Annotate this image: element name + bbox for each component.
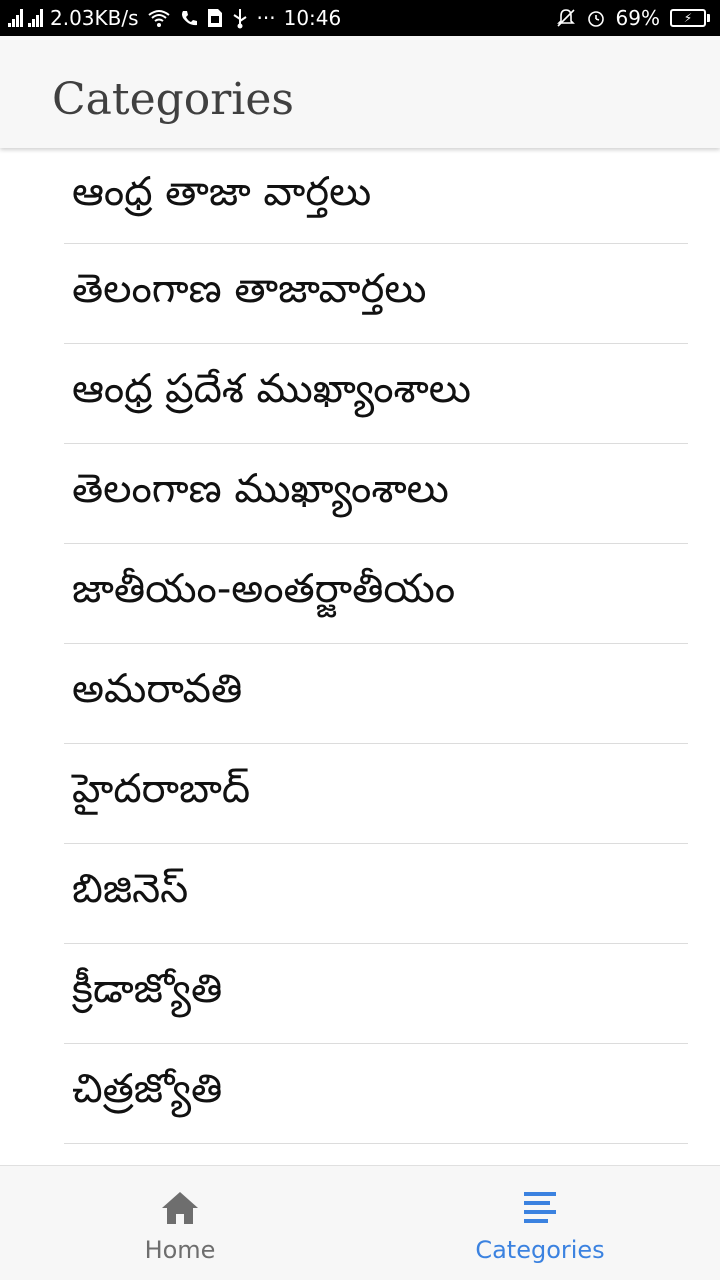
wifi-icon xyxy=(147,8,171,28)
category-label: ఆంధ్ర తాజా వార్తలు xyxy=(72,168,372,215)
category-label: అమరావతి xyxy=(72,665,243,712)
category-list: ఆంధ్ర తాజా వార్తలు తెలంగాణ తాజావార్తలు ఆంధ… xyxy=(64,150,688,1144)
home-icon xyxy=(162,1192,198,1224)
tab-home[interactable]: Home xyxy=(0,1166,360,1280)
category-item[interactable]: తెలంగాణ తాజావార్తలు xyxy=(64,244,688,344)
status-bar: 2.03KB/s ··· 10:46 69% ⚡ xyxy=(0,0,720,36)
battery-icon: ⚡ xyxy=(670,9,710,27)
signal-icon xyxy=(28,9,44,27)
category-label: తెలంగాణ తాజావార్తలు xyxy=(72,265,427,312)
phone-icon xyxy=(179,8,199,28)
category-label: జాతీయం-అంతర్జాతీయం xyxy=(72,565,456,612)
screen: 2.03KB/s ··· 10:46 69% ⚡ Categories ఆంధ్… xyxy=(0,0,720,1280)
app-header: Categories xyxy=(0,36,720,148)
page-title: Categories xyxy=(52,74,294,125)
sim-icon xyxy=(207,8,223,28)
bottom-nav: Home Categories xyxy=(0,1165,720,1280)
network-speed: 2.03KB/s xyxy=(50,6,139,30)
category-label: ఆంధ్ర ప్రదేశ ముఖ్యాంశాలు xyxy=(72,365,471,412)
category-item[interactable]: చిత్రజ్యోతి xyxy=(64,1044,688,1144)
list-icon xyxy=(524,1192,556,1223)
category-item[interactable]: హైదరాబాద్ xyxy=(64,744,688,844)
battery-percent: 69% xyxy=(615,6,660,30)
category-label: బిజినెస్ xyxy=(72,865,189,912)
category-item[interactable]: ఆంధ్ర ప్రదేశ ముఖ్యాంశాలు xyxy=(64,344,688,444)
tab-categories[interactable]: Categories xyxy=(360,1166,720,1280)
status-right: 69% ⚡ xyxy=(546,0,710,36)
category-item[interactable]: బిజినెస్ xyxy=(64,844,688,944)
category-label: హైదరాబాద్ xyxy=(72,765,251,812)
status-left: 2.03KB/s ··· 10:46 xyxy=(8,0,349,36)
signal-icon xyxy=(8,9,24,27)
usb-icon xyxy=(231,7,249,29)
category-item[interactable]: అమరావతి xyxy=(64,644,688,744)
category-label: చిత్రజ్యోతి xyxy=(72,1065,223,1112)
category-label: క్రీడాజ్యోతి xyxy=(72,965,223,1012)
category-label: తెలంగాణ ముఖ్యాంశాలు xyxy=(72,465,449,512)
tab-categories-label: Categories xyxy=(475,1236,605,1264)
category-item[interactable]: ఆంధ్ర తాజా వార్తలు xyxy=(64,150,688,244)
charging-bolt-icon: ⚡ xyxy=(683,11,693,25)
category-item[interactable]: జాతీయం-అంతర్జాతీయం xyxy=(64,544,688,644)
tab-home-label: Home xyxy=(144,1236,216,1264)
category-item[interactable]: తెలంగాణ ముఖ్యాంశాలు xyxy=(64,444,688,544)
more-dots: ··· xyxy=(256,6,276,30)
alarm-icon xyxy=(586,8,606,28)
clock: 10:46 xyxy=(283,6,342,30)
category-item[interactable]: క్రీడాజ్యోతి xyxy=(64,944,688,1044)
mute-icon xyxy=(556,8,576,28)
